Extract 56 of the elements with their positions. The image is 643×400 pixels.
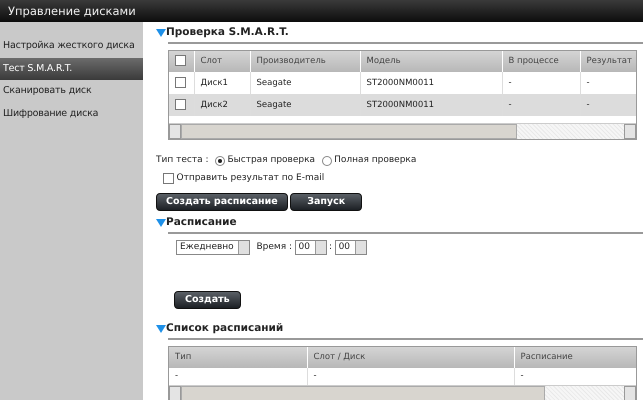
table-cell: Seagate xyxy=(256,100,292,110)
column-header: Тип xyxy=(175,352,192,362)
column-header: В процессе xyxy=(508,56,559,66)
window-title: Управление дисками xyxy=(0,0,643,22)
table-cell: - xyxy=(314,371,317,382)
table-cell: - xyxy=(175,371,178,382)
checkbox[interactable] xyxy=(175,98,186,110)
action-button[interactable]: Запуск xyxy=(290,193,362,211)
table-cell: - xyxy=(586,100,590,110)
radio-label: Полная проверка xyxy=(334,154,416,167)
sidebar-item[interactable]: Тест S.M.A.R.T. xyxy=(0,58,143,80)
table-cell: Диск1 xyxy=(200,78,228,88)
dropdown[interactable]: Ежедневно xyxy=(176,240,250,255)
create-button[interactable]: Создать xyxy=(174,291,241,309)
section-title: Проверка S.M.A.R.T. xyxy=(166,25,289,40)
horizontal-scrollbar[interactable] xyxy=(169,123,636,139)
radio-button[interactable] xyxy=(322,156,332,166)
table-cell: - xyxy=(508,78,512,88)
collapse-triangle-icon[interactable] xyxy=(156,29,166,37)
table-cell: - xyxy=(508,100,512,110)
collapse-triangle-icon[interactable] xyxy=(156,325,166,333)
scroll-left-button[interactable] xyxy=(169,386,181,400)
column-header: Результат xyxy=(586,56,632,66)
checkbox[interactable] xyxy=(163,172,174,184)
sidebar-item[interactable]: Шифрование диска xyxy=(0,102,143,125)
action-button[interactable]: Создать расписание xyxy=(156,193,288,211)
time-separator: : xyxy=(329,240,332,254)
collapse-triangle-icon[interactable] xyxy=(156,219,166,227)
column-header: Расписание xyxy=(520,352,573,362)
column-header: Модель xyxy=(366,56,401,66)
section-title: Расписание xyxy=(166,215,237,230)
time-label: Время : xyxy=(256,240,292,254)
table-cell: Диск2 xyxy=(200,100,228,110)
table-cell: ST2000NM0011 xyxy=(366,100,434,110)
scroll-right-button[interactable] xyxy=(624,386,636,400)
section-title: Список расписаний xyxy=(166,321,284,336)
sidebar-item[interactable]: Настройка жесткого диска xyxy=(0,35,143,58)
radio-button[interactable] xyxy=(214,156,225,166)
dropdown[interactable]: 00 xyxy=(334,240,367,255)
scroll-left-button[interactable] xyxy=(169,124,181,139)
column-header: Производитель xyxy=(256,56,326,66)
column-header: Слот xyxy=(200,56,222,66)
horizontal-scrollbar[interactable] xyxy=(169,385,636,400)
table-cell: ST2000NM0011 xyxy=(366,78,434,88)
dropdown[interactable]: 00 xyxy=(294,240,327,255)
column-header: Слот / Диск xyxy=(314,352,366,362)
test-type-label: Тип теста : xyxy=(156,154,208,167)
scroll-right-button[interactable] xyxy=(624,124,636,139)
checkbox[interactable] xyxy=(175,55,186,66)
checkbox[interactable] xyxy=(175,76,186,88)
table-cell: - xyxy=(520,371,524,382)
checkbox-label: Отправить результат по E-mail xyxy=(176,172,324,184)
radio-label: Быстрая проверка xyxy=(227,154,316,167)
sidebar-item[interactable]: Сканировать диск xyxy=(0,80,143,102)
table-cell: Seagate xyxy=(256,78,292,88)
table-cell: - xyxy=(586,78,590,88)
